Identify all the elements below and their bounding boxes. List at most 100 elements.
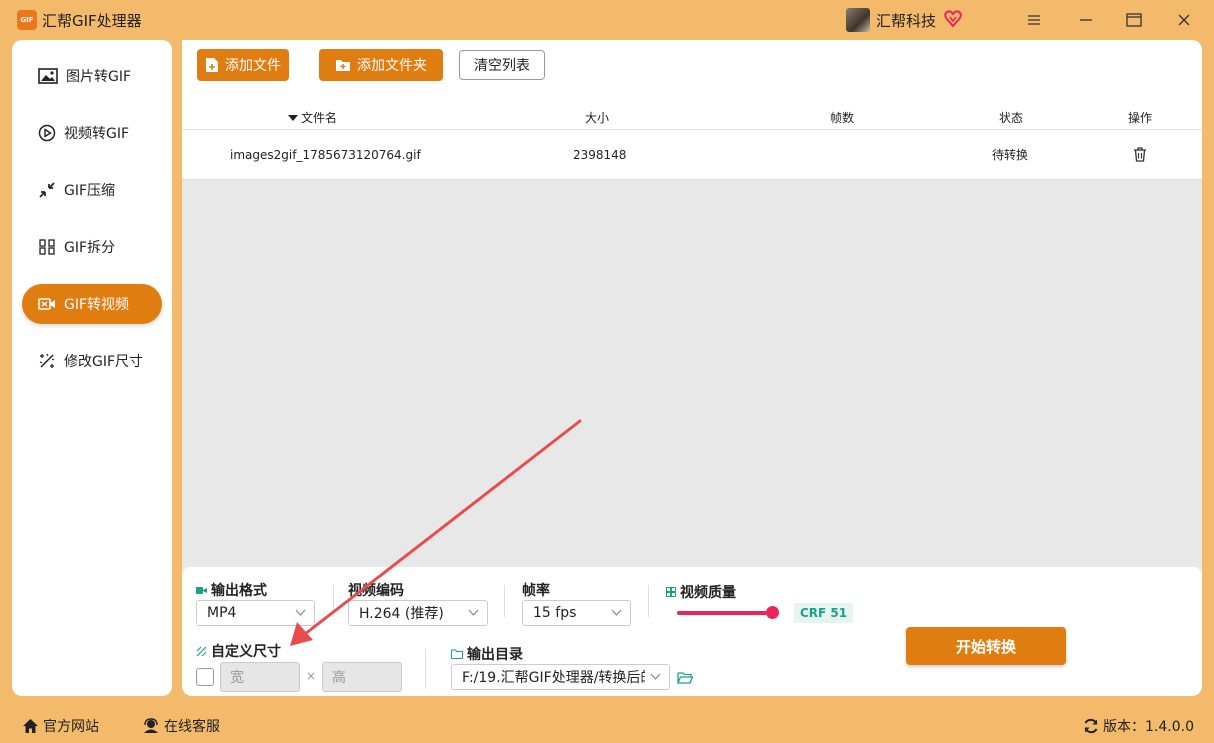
version-check[interactable]: 版本：1.4.0.0 (1083, 716, 1194, 736)
video-small-icon (196, 586, 207, 594)
height-input[interactable]: 高 (322, 662, 402, 692)
split-icon (39, 239, 55, 255)
column-size[interactable]: 大小 (585, 106, 609, 129)
home-icon (23, 719, 38, 733)
column-actions: 操作 (1128, 111, 1153, 125)
column-filename[interactable]: 文件名 (288, 106, 337, 129)
trash-icon (1134, 147, 1146, 162)
sidebar-item-label: 视频转GIF (64, 126, 130, 142)
folder-small-icon (451, 649, 463, 659)
sidebar-item-resize-gif[interactable]: 修改GIF尺寸 (22, 341, 162, 381)
play-icon (38, 124, 56, 142)
divider (425, 649, 426, 689)
divider (648, 585, 649, 617)
menu-icon[interactable] (1021, 8, 1047, 32)
avatar[interactable] (846, 8, 870, 32)
add-folder-button[interactable]: 添加文件夹 (319, 49, 443, 81)
add-file-label: 添加文件 (225, 58, 281, 74)
custom-size-checkbox[interactable] (196, 668, 214, 686)
open-folder-icon[interactable] (677, 671, 693, 684)
sidebar-item-label: 图片转GIF (66, 69, 132, 85)
resize-small-icon (196, 646, 207, 656)
divider (504, 585, 505, 617)
version-label: 版本：1.4.0.0 (1103, 719, 1194, 735)
video-codec-label-text: 视频编码 (348, 583, 404, 599)
sidebar-item-label: GIF转视频 (64, 297, 130, 313)
frame-rate-value: 15 fps (533, 605, 577, 621)
add-file-button[interactable]: 添加文件 (197, 49, 289, 81)
app-logo: GIF (17, 10, 37, 30)
output-format-select[interactable]: MP4 (196, 600, 315, 626)
sidebar-item-label: GIF拆分 (64, 240, 116, 256)
compress-icon (39, 182, 55, 198)
custom-size-label: 自定义尺寸 (196, 641, 281, 661)
delete-button[interactable] (1133, 130, 1147, 179)
output-dir-select[interactable]: F:/19.汇帮GIF处理器/转换后的 (451, 664, 670, 690)
video-icon (38, 298, 55, 310)
chevron-down-icon (468, 609, 479, 616)
toolbar: 添加文件 添加文件夹 清空列表 (182, 40, 1202, 90)
dimension-separator: × (306, 669, 317, 683)
frame-rate-label-text: 帧率 (522, 583, 550, 599)
width-input[interactable]: 宽 (220, 662, 300, 692)
headset-icon (144, 718, 158, 733)
clear-list-button[interactable]: 清空列表 (459, 50, 545, 80)
online-support-link[interactable]: 在线客服 (142, 716, 220, 736)
sidebar-item-gif-split[interactable]: GIF拆分 (22, 227, 162, 267)
sort-down-icon (288, 114, 298, 121)
table-spacer (182, 90, 1202, 106)
resize-icon (39, 353, 55, 368)
video-codec-label: 视频编码 (348, 580, 404, 600)
sidebar-item-gif-to-video[interactable]: GIF转视频 (22, 284, 162, 324)
chevron-down-icon (611, 609, 622, 616)
row-size: 2398148 (573, 147, 627, 162)
output-dir-value: F:/19.汇帮GIF处理器/转换后的 (462, 670, 645, 686)
image-icon (38, 68, 58, 84)
sidebar-item-image-to-gif[interactable]: 图片转GIF (22, 56, 162, 96)
video-quality-label: 视频质量 (666, 582, 736, 602)
add-folder-label: 添加文件夹 (357, 58, 427, 74)
user-name[interactable]: 汇帮科技 (876, 10, 936, 31)
crf-badge: CRF 51 (794, 603, 854, 623)
maximize-icon[interactable] (1121, 8, 1147, 32)
refresh-icon (1084, 718, 1098, 734)
sidebar-item-label: GIF压缩 (64, 183, 116, 199)
sidebar-item-label: 修改GIF尺寸 (64, 354, 144, 370)
frame-rate-select[interactable]: 15 fps (522, 600, 631, 626)
main-panel: 添加文件 添加文件夹 清空列表 文件名 大小 帧数 状态 操作 images2g… (182, 40, 1202, 696)
quality-slider-thumb[interactable] (766, 606, 779, 619)
add-folder-icon (336, 60, 350, 71)
title-bar: GIF 汇帮GIF处理器 汇帮科技 (0, 0, 1214, 40)
app-logo-text: GIF (20, 16, 34, 24)
table-row[interactable]: images2gif_1785673120764.gif 2398148 待转换 (182, 130, 1202, 180)
table-header: 文件名 大小 帧数 状态 操作 (182, 106, 1202, 130)
close-icon[interactable] (1171, 8, 1197, 32)
settings-panel: 输出格式 MP4 视频编码 H.264 (推荐) 帧率 15 fps 视频质量 (182, 567, 1202, 696)
official-website-link[interactable]: 官方网站 (22, 716, 99, 736)
official-website-label: 官方网站 (43, 719, 99, 735)
frame-rate-label: 帧率 (522, 580, 550, 600)
grid-small-icon (666, 587, 676, 597)
start-convert-button[interactable]: 开始转换 (906, 627, 1066, 665)
quality-slider-track[interactable] (677, 611, 772, 615)
video-codec-value: H.264 (推荐) (359, 606, 444, 622)
column-status[interactable]: 状态 (999, 106, 1023, 129)
vip-heart-icon[interactable] (944, 10, 962, 28)
online-support-label: 在线客服 (164, 719, 220, 735)
footer: 官方网站 在线客服 版本：1.4.0.0 (0, 704, 1214, 743)
video-codec-select[interactable]: H.264 (推荐) (348, 600, 488, 626)
add-file-icon (206, 58, 218, 72)
column-filename-label: 文件名 (301, 111, 338, 125)
sidebar-item-video-to-gif[interactable]: 视频转GIF (22, 113, 162, 153)
sidebar-item-gif-compress[interactable]: GIF压缩 (22, 170, 162, 210)
minimize-icon[interactable] (1073, 8, 1099, 32)
column-frames[interactable]: 帧数 (830, 106, 854, 129)
row-status: 待转换 (992, 148, 1029, 162)
output-dir-label: 输出目录 (451, 644, 523, 664)
custom-size-label-text: 自定义尺寸 (211, 644, 281, 660)
video-quality-label-text: 视频质量 (680, 585, 736, 601)
app-title: 汇帮GIF处理器 (42, 12, 142, 30)
chevron-down-icon (295, 609, 306, 616)
sidebar: 图片转GIF 视频转GIF GIF压缩 GIF拆分 GIF转视频 修改GIF尺寸 (12, 40, 172, 696)
output-format-label-text: 输出格式 (211, 583, 267, 599)
